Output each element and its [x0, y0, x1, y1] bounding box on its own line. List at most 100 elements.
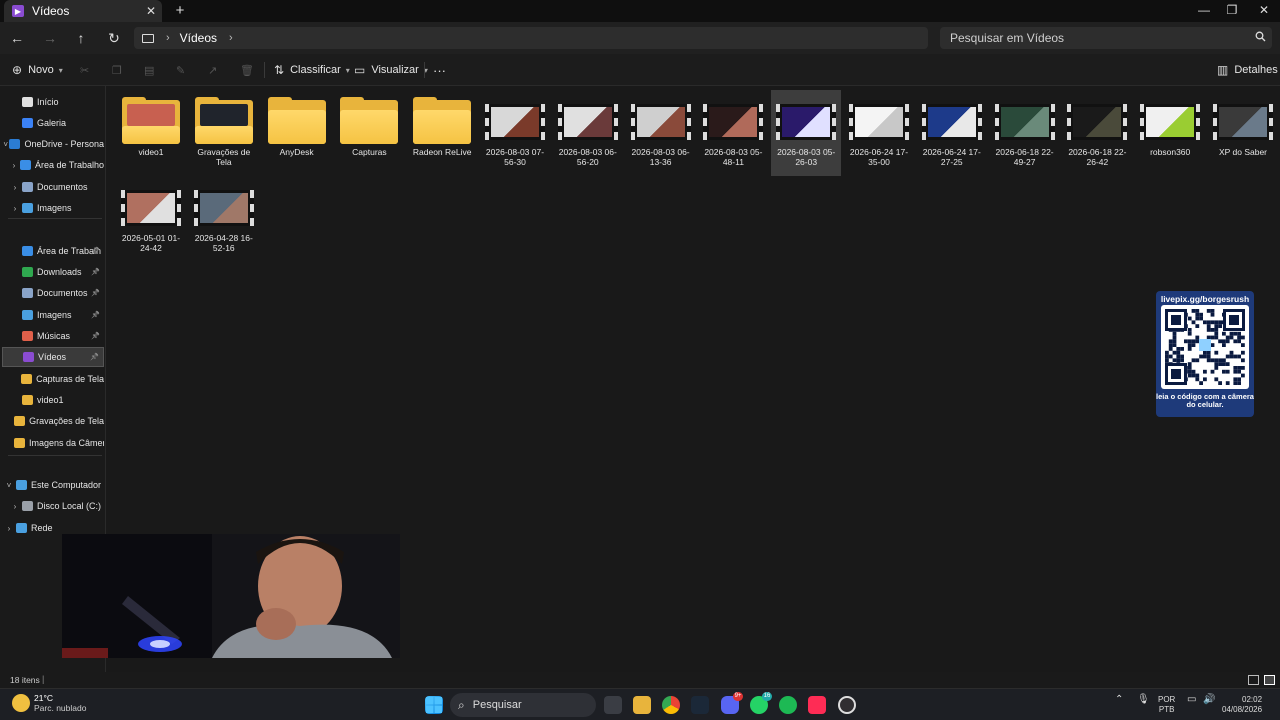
sidebar-item[interactable]: Imagens da Câmera: [2, 433, 104, 453]
chrome-icon[interactable]: [662, 696, 680, 714]
refresh-button[interactable]: ↻: [103, 28, 125, 48]
chevron-right-icon[interactable]: ›: [8, 183, 22, 192]
video-file-item[interactable]: 2026-04-28 16-52-16: [189, 176, 259, 262]
sidebar-item[interactable]: Músicas 📌: [2, 326, 104, 346]
sidebar-item[interactable]: Downloads 📌: [2, 262, 104, 282]
video-thumbnail: [121, 190, 181, 226]
sidebar-item[interactable]: › Área de Trabalho: [2, 155, 104, 175]
folder-item[interactable]: Radeon ReLive: [407, 90, 477, 176]
chevron-down-icon[interactable]: ˅: [2, 140, 9, 149]
computer-icon: [16, 480, 27, 490]
share-icon[interactable]: ↗: [208, 62, 217, 78]
sidebar-item[interactable]: Documentos 📌: [2, 283, 104, 303]
video-file-item[interactable]: 2026-06-18 22-49-27: [990, 90, 1060, 176]
close-window-button[interactable]: ✕: [1248, 0, 1280, 22]
folder-item[interactable]: AnyDesk: [262, 90, 332, 176]
task-view-icon[interactable]: [604, 696, 622, 714]
spotify-icon[interactable]: [779, 696, 797, 714]
restore-button[interactable]: ❐: [1216, 0, 1248, 22]
sidebar-item[interactable]: Área de Trabalh 📌: [2, 241, 104, 261]
obs-icon[interactable]: [838, 696, 856, 714]
discord-icon[interactable]: 9+: [721, 692, 743, 714]
video-thumbnail: [630, 104, 691, 140]
details-label: Detalhes: [1234, 64, 1278, 76]
paste-icon[interactable]: ▤: [144, 62, 154, 78]
sidebar-item[interactable]: Galeria: [2, 113, 104, 133]
video-file-item[interactable]: 2026-05-01 01-24-42: [116, 176, 186, 262]
chevron-up-icon[interactable]: ⌃: [1115, 695, 1123, 705]
folder-item[interactable]: video1: [116, 90, 186, 176]
breadcrumb[interactable]: Vídeos: [180, 31, 217, 45]
sidebar-item[interactable]: › Documentos: [2, 177, 104, 197]
search-box[interactable]: [940, 27, 1272, 49]
folder-item[interactable]: Gravações de Tela: [189, 90, 259, 176]
search-input[interactable]: [950, 31, 1248, 45]
chevron-down-icon[interactable]: ˅: [2, 481, 16, 490]
sort-icon: ⇅: [274, 63, 285, 77]
video-file-item[interactable]: 2026-08-03 06-13-36: [626, 90, 696, 176]
large-icons-view-button[interactable]: [1264, 675, 1275, 685]
sidebar-item[interactable]: video1: [2, 390, 104, 410]
sidebar-item[interactable]: Gravações de Tela: [2, 411, 104, 431]
more-options-button[interactable]: ···: [433, 62, 446, 78]
chevron-right-icon[interactable]: ›: [229, 32, 233, 44]
network-icon[interactable]: ▭: [1187, 695, 1196, 705]
sidebar-item[interactable]: ˅ OneDrive - Persona: [2, 134, 104, 154]
delete-icon[interactable]: 🗑: [240, 62, 254, 78]
clock[interactable]: 02:02 04/08/2026: [1222, 695, 1262, 715]
volume-icon[interactable]: 🔊: [1203, 695, 1215, 705]
chevron-right-icon[interactable]: ›: [2, 524, 16, 533]
microphone-icon[interactable]: 🎙: [1137, 695, 1150, 705]
sidebar-item[interactable]: › Imagens: [2, 198, 104, 218]
sidebar-item[interactable]: Capturas de Tela: [2, 369, 104, 389]
video-file-item[interactable]: XP do Saber: [1208, 90, 1278, 176]
chevron-right-icon[interactable]: ›: [8, 502, 22, 511]
tab-close-icon[interactable]: ✕: [140, 4, 162, 18]
thumbnail-wrapper: [990, 90, 1060, 144]
copy-icon[interactable]: ❐: [112, 62, 122, 78]
address-bar[interactable]: › Vídeos ›: [134, 27, 928, 49]
file-explorer-icon[interactable]: [633, 696, 651, 714]
up-button[interactable]: ↑: [70, 28, 92, 48]
video-file-item[interactable]: 2026-08-03 05-48-11: [698, 90, 768, 176]
folder-item[interactable]: Capturas: [334, 90, 404, 176]
video-file-item[interactable]: 2026-08-03 05-26-03: [771, 90, 842, 176]
video-file-item[interactable]: 2026-08-03 06-56-20: [553, 90, 623, 176]
new-button[interactable]: ⊕ Novo ▾: [12, 62, 63, 78]
details-button[interactable]: ▥ Detalhes: [1217, 62, 1278, 78]
weather-widget[interactable]: 21°C Parc. nublado: [12, 693, 86, 713]
back-button[interactable]: ←: [6, 28, 28, 48]
tab-videos[interactable]: ▶ Vídeos ✕: [4, 0, 162, 22]
video-file-item[interactable]: 2026-06-18 22-26-42: [1062, 90, 1132, 176]
sidebar-item[interactable]: Início: [2, 92, 104, 112]
folder-icon: [413, 97, 472, 144]
rename-icon[interactable]: ✎: [176, 62, 185, 78]
chevron-right-icon[interactable]: ›: [8, 204, 22, 213]
forward-button[interactable]: →: [39, 28, 61, 48]
steam-icon[interactable]: [691, 696, 709, 714]
new-tab-button[interactable]: +: [172, 3, 188, 19]
video-file-item[interactable]: 2026-06-24 17-27-25: [917, 90, 987, 176]
file-name: 2026-06-24 17-35-00: [849, 147, 909, 167]
thumbnail-wrapper: [553, 90, 623, 144]
taskbar-search[interactable]: ⌕ Pesquisar: [450, 693, 596, 717]
cut-icon[interactable]: ✂: [80, 62, 89, 78]
video-file-item[interactable]: 2026-08-03 07-56-30: [480, 90, 550, 176]
language-indicator[interactable]: POR PTB: [1158, 695, 1175, 715]
sidebar-item[interactable]: Vídeos 📌: [2, 347, 104, 367]
details-view-button[interactable]: [1248, 675, 1259, 685]
view-button[interactable]: ▭ Visualizar ▾: [354, 62, 428, 78]
sidebar-item[interactable]: › Disco Local (C:): [2, 496, 104, 516]
search-icon[interactable]: [1248, 31, 1272, 45]
thumbnail-wrapper: [917, 90, 987, 144]
chevron-right-icon[interactable]: ›: [8, 161, 20, 170]
sidebar-item[interactable]: ˅ Este Computador: [2, 475, 104, 495]
video-file-item[interactable]: 2026-06-24 17-35-00: [844, 90, 914, 176]
start-button[interactable]: [425, 696, 443, 714]
tiktok-icon[interactable]: [808, 696, 826, 714]
thumbnail-wrapper: [334, 90, 404, 144]
video-file-item[interactable]: robson360: [1135, 90, 1205, 176]
whatsapp-icon[interactable]: 16: [750, 692, 772, 714]
sort-button[interactable]: ⇅ Classificar ▾: [274, 62, 350, 78]
sidebar-item[interactable]: Imagens 📌: [2, 305, 104, 325]
